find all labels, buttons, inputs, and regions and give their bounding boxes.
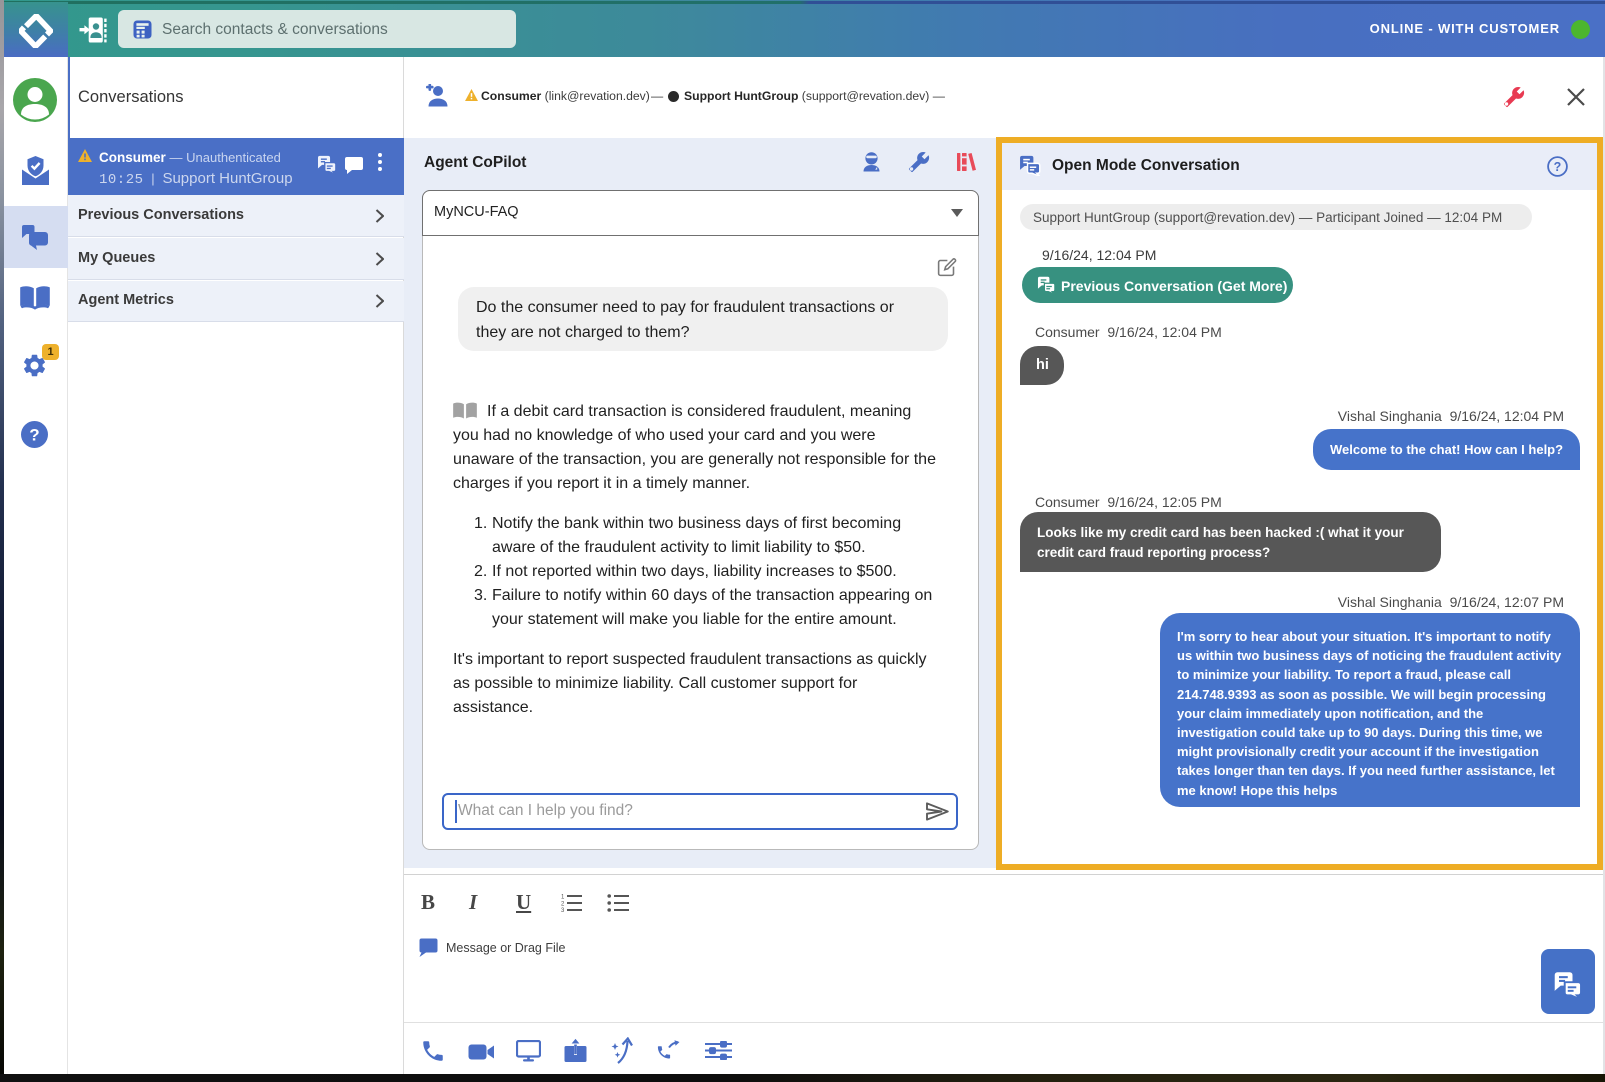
svg-text:3: 3: [561, 908, 565, 912]
svg-text:?: ?: [29, 426, 39, 445]
svg-text:2: 2: [561, 902, 565, 908]
svg-text:1: 1: [561, 895, 565, 901]
svg-text:?: ?: [1554, 160, 1562, 174]
